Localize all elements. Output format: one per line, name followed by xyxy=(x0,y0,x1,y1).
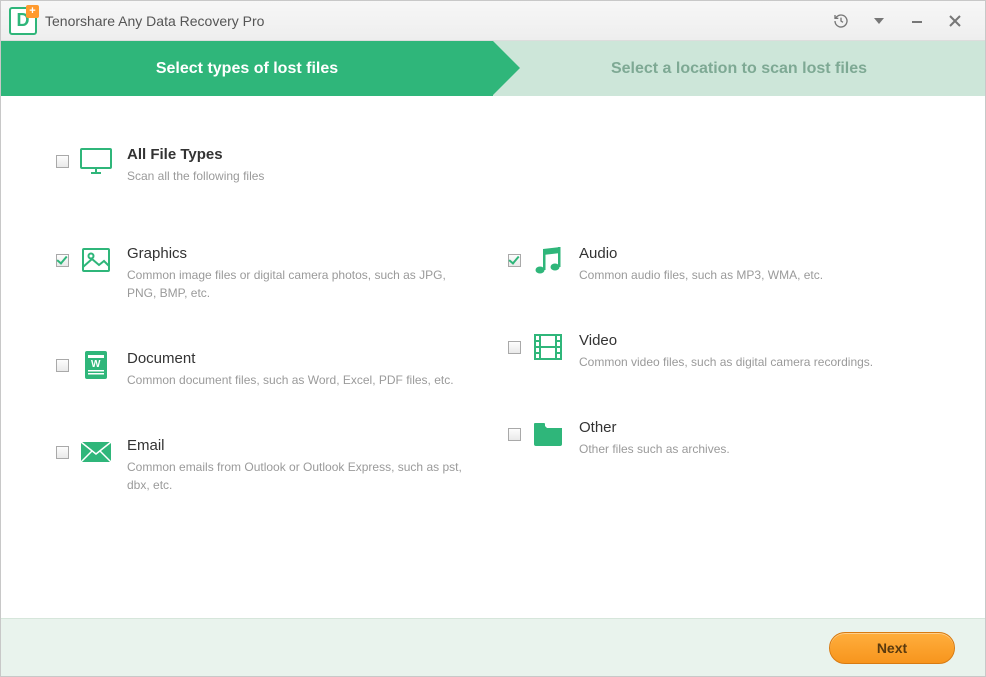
file-type-desc: Common audio files, such as MP3, WMA, et… xyxy=(579,266,930,284)
video-icon xyxy=(531,332,565,362)
file-type-title: Audio xyxy=(579,245,930,262)
audio-icon xyxy=(531,245,565,275)
checkbox-all[interactable] xyxy=(56,155,69,168)
next-button[interactable]: Next xyxy=(829,632,955,664)
file-type-desc: Common document files, such as Word, Exc… xyxy=(127,371,478,389)
wizard-steps: Select types of lost files Select a loca… xyxy=(1,41,985,96)
file-type-desc: Common emails from Outlook or Outlook Ex… xyxy=(127,458,478,494)
file-type-graphics[interactable]: Graphics Common image files or digital c… xyxy=(56,245,478,302)
app-title: Tenorshare Any Data Recovery Pro xyxy=(45,13,833,29)
close-button[interactable] xyxy=(947,13,963,29)
file-type-title: Other xyxy=(579,419,930,436)
file-type-title: Video xyxy=(579,332,930,349)
file-type-all[interactable]: All File Types Scan all the following fi… xyxy=(56,146,930,185)
minimize-button[interactable] xyxy=(909,13,925,29)
file-type-audio[interactable]: Audio Common audio files, such as MP3, W… xyxy=(508,245,930,284)
checkbox-graphics[interactable] xyxy=(56,254,69,267)
file-type-title: Graphics xyxy=(127,245,478,262)
window-controls xyxy=(833,13,977,29)
titlebar: D+ Tenorshare Any Data Recovery Pro xyxy=(1,1,985,41)
app-window: D+ Tenorshare Any Data Recovery Pro Sele… xyxy=(0,0,986,677)
document-icon: W xyxy=(79,350,113,380)
monitor-icon xyxy=(79,146,113,176)
checkbox-video[interactable] xyxy=(508,341,521,354)
file-type-title: Document xyxy=(127,350,478,367)
file-type-email[interactable]: Email Common emails from Outlook or Outl… xyxy=(56,437,478,494)
file-type-other[interactable]: Other Other files such as archives. xyxy=(508,419,930,458)
history-icon[interactable] xyxy=(833,13,849,29)
file-type-title: Email xyxy=(127,437,478,454)
checkbox-audio[interactable] xyxy=(508,254,521,267)
image-icon xyxy=(79,245,113,275)
file-type-desc: Common image files or digital camera pho… xyxy=(127,266,478,302)
file-type-selection: All File Types Scan all the following fi… xyxy=(1,96,985,618)
file-type-title: All File Types xyxy=(127,146,930,163)
checkbox-other[interactable] xyxy=(508,428,521,441)
step-select-location[interactable]: Select a location to scan lost files xyxy=(493,41,985,96)
file-type-desc: Other files such as archives. xyxy=(579,440,930,458)
email-icon xyxy=(79,437,113,467)
app-logo: D+ xyxy=(9,7,37,35)
file-type-desc: Scan all the following files xyxy=(127,167,930,185)
checkbox-email[interactable] xyxy=(56,446,69,459)
svg-text:W: W xyxy=(91,359,101,370)
footer-bar: Next xyxy=(1,618,985,676)
checkbox-document[interactable] xyxy=(56,359,69,372)
dropdown-icon[interactable] xyxy=(871,13,887,29)
folder-icon xyxy=(531,419,565,449)
file-type-document[interactable]: W Document Common document files, such a… xyxy=(56,350,478,389)
step-select-types: Select types of lost files xyxy=(1,41,493,96)
file-type-desc: Common video files, such as digital came… xyxy=(579,353,930,371)
file-type-video[interactable]: Video Common video files, such as digita… xyxy=(508,332,930,371)
